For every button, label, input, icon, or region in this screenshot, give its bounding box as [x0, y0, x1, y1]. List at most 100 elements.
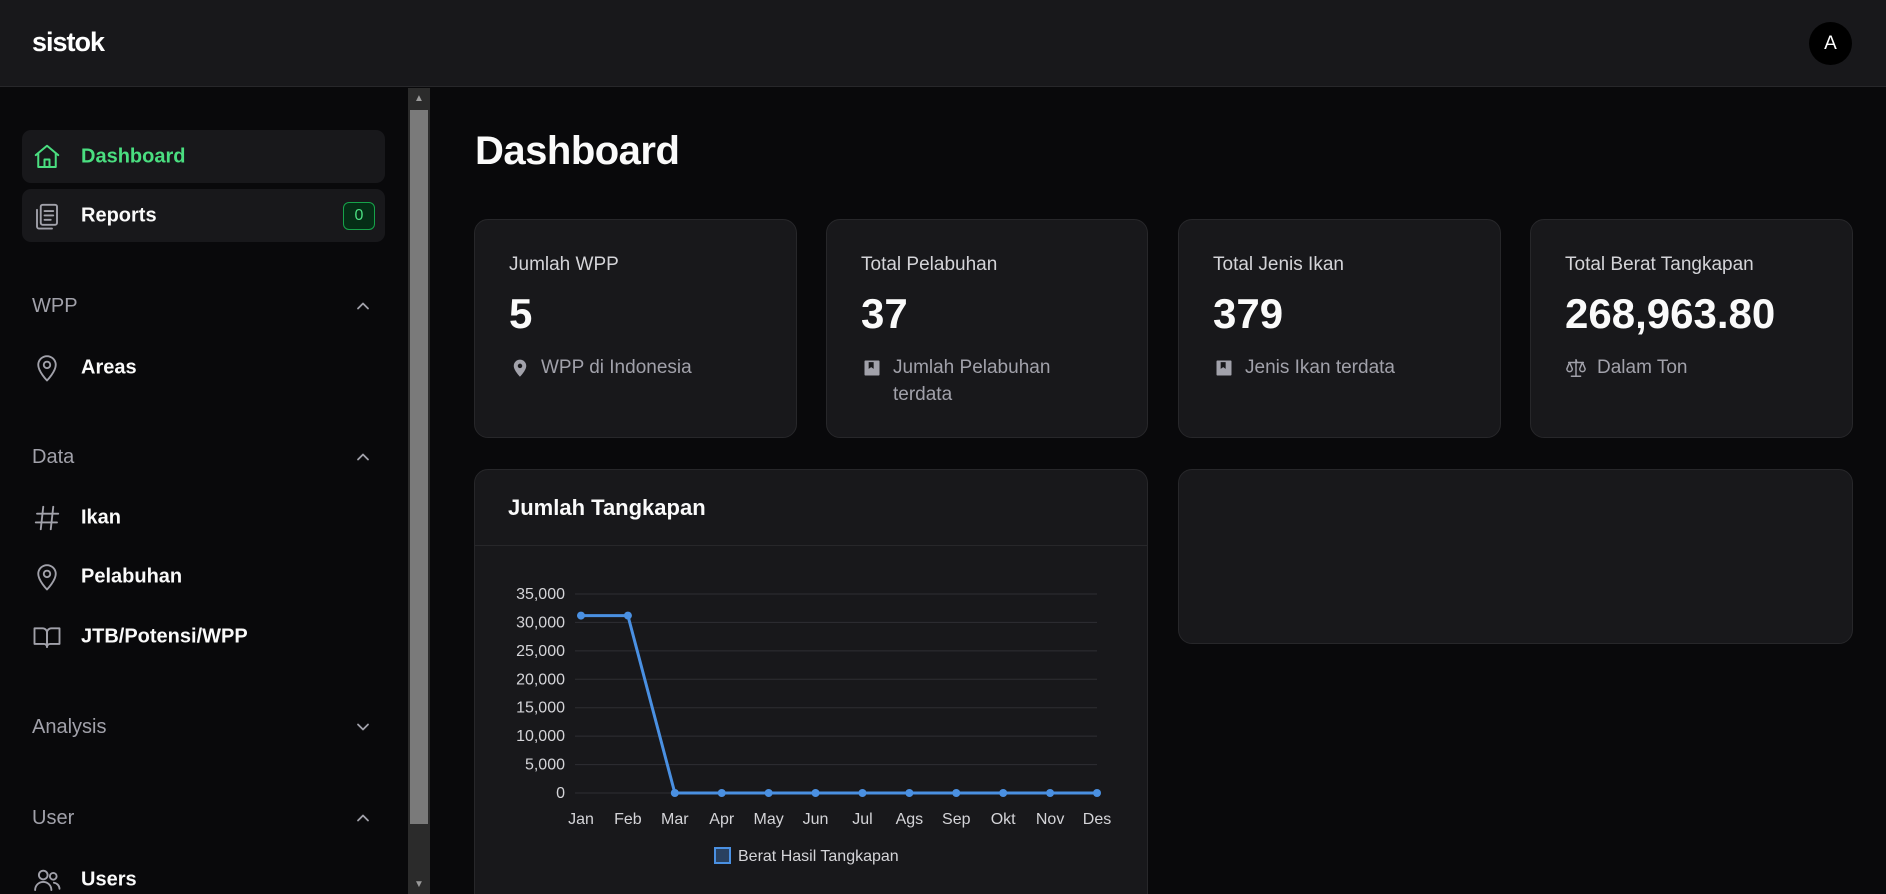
sidebar-item-label: Ikan	[81, 506, 122, 528]
map-pin-icon	[509, 354, 531, 381]
main-content: Dashboard Jumlah WPP 5 WPP di Indonesia …	[430, 88, 1886, 894]
x-tick-label: May	[754, 811, 784, 828]
section-title: WPP	[32, 294, 78, 317]
stat-card-jenis-ikan: Total Jenis Ikan 379 Jenis Ikan terdata	[1178, 219, 1501, 438]
sidebar-item-label: Reports	[81, 204, 157, 226]
stat-subtitle-text: Jenis Ikan terdata	[1245, 357, 1395, 378]
card-divider	[475, 545, 1147, 546]
data-point	[717, 789, 726, 797]
top-bar: sistok A	[0, 0, 1886, 87]
stat-title: Jumlah WPP	[509, 254, 619, 275]
stat-subtitle-text: Jumlah Pelabuhan terdata	[893, 357, 1051, 405]
home-icon	[32, 142, 62, 172]
book-open-icon	[32, 622, 62, 652]
section-title: Analysis	[32, 715, 107, 738]
stat-value: 5	[509, 290, 533, 337]
sidebar-item-label: Dashboard	[81, 145, 186, 167]
stat-value: 268,963.80	[1565, 290, 1776, 337]
x-tick-label: Ags	[896, 811, 924, 828]
map-pin-icon	[32, 353, 62, 383]
sidebar-item-reports[interactable]: Reports 0	[22, 189, 385, 242]
page-title: Dashboard	[475, 129, 680, 173]
scroll-up-arrow-icon[interactable]: ▲	[408, 88, 430, 108]
chart-card-title: Jumlah Tangkapan	[508, 495, 706, 520]
stat-value: 37	[861, 290, 908, 337]
chevron-up-icon	[354, 297, 372, 315]
stat-card-wpp: Jumlah WPP 5 WPP di Indonesia	[474, 219, 797, 438]
data-point	[811, 789, 820, 797]
stat-subtitle: WPP di Indonesia	[509, 354, 692, 381]
section-title: User	[32, 806, 75, 829]
sidebar-scrollbar[interactable]: ▲ ▼	[408, 88, 430, 894]
sidebar-item-label: Users	[81, 868, 137, 890]
stat-subtitle: Jumlah Pelabuhan terdata	[861, 354, 1081, 408]
sidebar-item-users[interactable]: Users	[22, 853, 385, 894]
chevron-down-icon	[354, 718, 372, 736]
sidebar-item-areas[interactable]: Areas	[22, 341, 385, 394]
section-toggle-wpp[interactable]: WPP	[32, 291, 372, 321]
section-title: Data	[32, 445, 75, 468]
data-point	[623, 611, 632, 620]
bookmark-book-icon	[861, 354, 883, 381]
stat-card-pelabuhan: Total Pelabuhan 37 Jumlah Pelabuhan terd…	[826, 219, 1148, 438]
y-tick-label: 10,000	[516, 728, 565, 745]
chevron-up-icon	[354, 448, 372, 466]
data-point	[670, 789, 679, 797]
line-chart: 35,000 30,000 25,000 20,000 15,000 10,000 5,00…	[516, 586, 1111, 865]
data-point	[999, 789, 1008, 797]
y-tick-label: 20,000	[516, 671, 565, 688]
sidebar-item-pelabuhan[interactable]: Pelabuhan	[22, 550, 385, 603]
x-tick-label: Jan	[568, 811, 594, 828]
scrollbar-thumb[interactable]	[410, 110, 428, 824]
sidebar-item-dashboard[interactable]: Dashboard	[22, 130, 385, 183]
chart-card-jumlah-tangkapan: Jumlah Tangkapan 35,000 30,000 25,000 20,00…	[474, 469, 1148, 894]
y-tick-label: 30,000	[516, 614, 565, 631]
x-tick-label: Apr	[709, 811, 735, 828]
x-tick-label: Des	[1083, 811, 1111, 828]
x-tick-label: Sep	[942, 811, 971, 828]
scroll-down-arrow-icon[interactable]: ▼	[408, 874, 430, 894]
user-avatar[interactable]: A	[1809, 22, 1852, 65]
brand-logo[interactable]: sistok	[32, 27, 105, 58]
clipboard-list-icon	[32, 201, 62, 231]
section-toggle-user[interactable]: User	[32, 803, 372, 833]
users-icon	[32, 865, 62, 894]
data-point	[764, 789, 773, 797]
chevron-up-icon	[354, 809, 372, 827]
y-tick-label: 0	[556, 785, 565, 802]
x-tick-label: Jul	[852, 811, 872, 828]
data-point	[952, 789, 961, 797]
sidebar-item-label: JTB/Potensi/WPP	[81, 625, 248, 647]
x-tick-label: Feb	[614, 811, 642, 828]
stat-title: Total Jenis Ikan	[1213, 254, 1344, 275]
y-tick-label: 25,000	[516, 643, 565, 660]
stat-title: Total Pelabuhan	[861, 254, 998, 275]
stat-value: 379	[1213, 290, 1284, 337]
data-point	[858, 789, 867, 797]
data-point	[1093, 789, 1101, 797]
x-tick-label: Jun	[803, 811, 829, 828]
reports-count-badge: 0	[343, 201, 375, 230]
stat-subtitle: Dalam Ton	[1565, 354, 1687, 381]
bookmark-book-icon	[1213, 354, 1235, 381]
hash-icon	[32, 503, 62, 533]
sidebar-item-ikan[interactable]: Ikan	[22, 491, 385, 544]
scale-icon	[1565, 354, 1587, 381]
map-pin-icon	[32, 562, 62, 592]
legend-swatch	[714, 847, 731, 864]
sidebar-item-jtb-potensi-wpp[interactable]: JTB/Potensi/WPP	[22, 610, 385, 663]
x-tick-label: Mar	[661, 811, 689, 828]
sidebar-item-label: Areas	[81, 356, 137, 378]
stat-subtitle-text: WPP di Indonesia	[541, 357, 692, 378]
data-point	[1046, 789, 1055, 797]
sidebar: Dashboard Reports 0 WPP Areas Data Ikan …	[0, 88, 408, 894]
x-tick-label: Okt	[991, 811, 1016, 828]
y-tick-label: 15,000	[516, 700, 565, 717]
section-toggle-analysis[interactable]: Analysis	[32, 712, 372, 742]
legend-label: Berat Hasil Tangkapan	[738, 848, 899, 865]
stat-title: Total Berat Tangkapan	[1565, 254, 1754, 275]
sidebar-item-label: Pelabuhan	[81, 565, 183, 587]
section-toggle-data[interactable]: Data	[32, 442, 372, 472]
y-tick-label: 35,000	[516, 586, 565, 603]
stat-subtitle-text: Dalam Ton	[1597, 357, 1688, 378]
